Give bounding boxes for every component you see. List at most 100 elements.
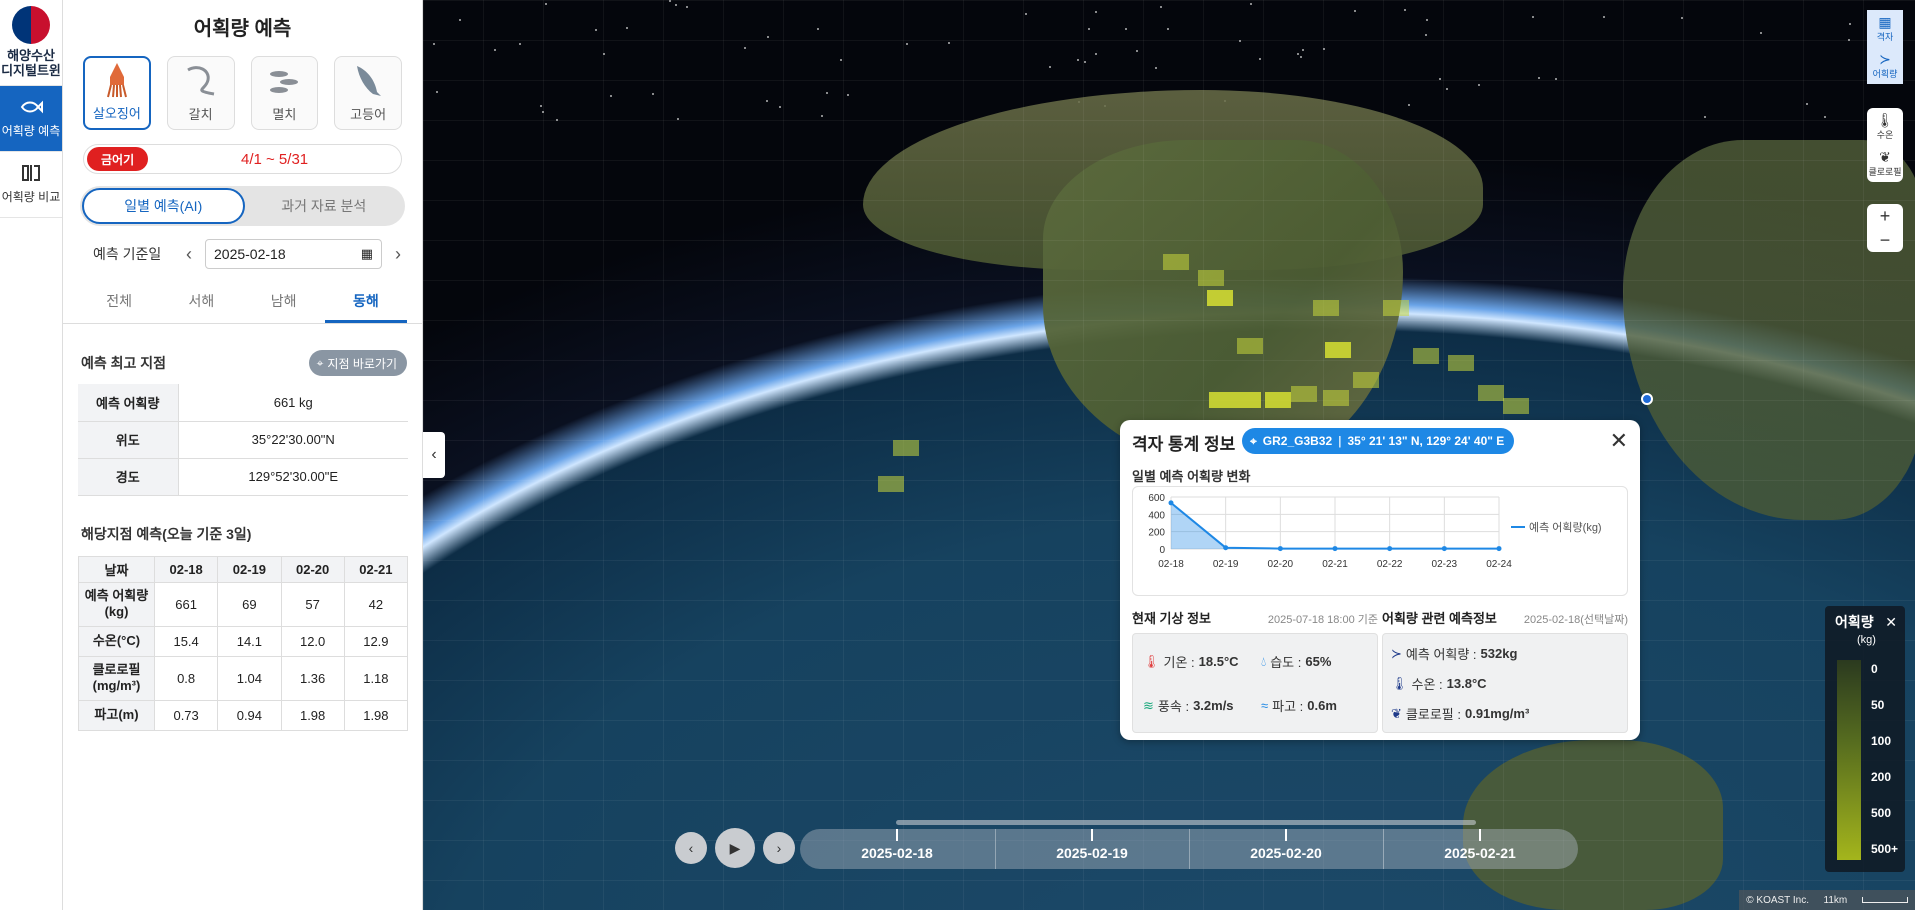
three-day-heading: 해당지점 예측(오늘 기준 3일) [81,525,252,542]
table-cell: 15.4 [153,625,219,657]
grid-cell[interactable] [1265,392,1291,408]
star [1136,49,1139,52]
grid-cell[interactable] [1163,254,1189,270]
mode-past-analysis[interactable]: 과거 자료 분석 [245,188,404,224]
grid-cell[interactable] [1325,342,1351,358]
chart-svg: 600 400 200 0 02-18 02-19 02-20 02-21 02-22 02-23… [1148,493,1601,570]
timeline-date[interactable]: 2025-02-21 [1420,845,1540,861]
tab-west-sea[interactable]: 서해 [160,282,242,323]
species-squid[interactable]: 살오징어 [83,56,151,130]
grid-cell[interactable] [1235,392,1261,408]
species-anchovy[interactable]: 멸치 [250,56,319,130]
prev-date-icon[interactable]: ‹ [179,244,199,265]
grid-cell[interactable] [878,476,904,492]
grid-id-chip: ⌖ GR2_G3B32 | 35° 21' 13" N, 129° 24' 40… [1242,428,1515,454]
species-mackerel[interactable]: 고등어 [334,56,402,130]
layer-label: 클로로필 [1868,167,1902,177]
column-header: 02-18 [153,555,219,583]
x-tick-label: 02-18 [1158,559,1184,570]
species-label: 갈치 [188,107,213,122]
grid-cell[interactable] [1313,300,1339,316]
star [1760,31,1763,34]
layer-catch-button[interactable]: ≻ 어획량 [1867,47,1903,84]
leaf-icon: ❦ [1879,149,1891,165]
zoom-toolbar: + − [1867,204,1903,252]
zoom-out-button[interactable]: − [1867,228,1903,252]
prev-step-button[interactable]: ‹ [675,832,707,864]
close-icon: ✕ [1609,428,1628,453]
location-pin-icon: ⌖ [316,355,324,370]
star [1322,48,1325,51]
star [1703,116,1706,119]
rail-item-catch-forecast[interactable]: 어획량 예측 [0,86,62,152]
play-icon: ▶ [729,839,741,856]
scale-label: 11km [1823,894,1848,906]
fish-icon: ≻ [1879,51,1891,67]
timeline[interactable]: 2025-02-18 2025-02-19 2025-02-20 2025-02… [800,820,1578,869]
grid-cell[interactable] [1207,290,1233,306]
grid-cell[interactable] [1291,386,1317,402]
grid-cell[interactable] [893,440,919,456]
star [1259,58,1262,61]
closed-season-badge: 금어기 [87,147,149,171]
grid-cell[interactable] [1323,390,1349,406]
next-step-button[interactable]: › [763,832,795,864]
timeline-tick [1091,829,1093,841]
grid-cell[interactable] [1383,300,1409,316]
tab-south-sea[interactable]: 남해 [243,282,325,323]
grid-cell[interactable] [1478,385,1504,401]
star [840,58,843,61]
date-value: 2025-02-18 [214,246,286,262]
mackerel-icon [357,66,382,96]
mode-daily-ai[interactable]: 일별 예측(AI) [82,188,245,224]
date-input[interactable]: 2025-02-18 ▦ [205,239,382,269]
timeline-date[interactable]: 2025-02-20 [1226,845,1346,861]
timeline-tick [1479,829,1481,841]
squid-icon [106,63,127,98]
star [1166,28,1169,31]
timeline-date[interactable]: 2025-02-18 [837,845,957,861]
timeline-track[interactable] [896,820,1476,825]
grid-cell[interactable] [1413,348,1439,364]
star [625,26,628,29]
star [1087,27,1090,30]
grid-cell[interactable] [1448,355,1474,371]
collapse-panel-button[interactable]: ‹ [423,432,445,478]
zoom-in-button[interactable]: + [1867,204,1903,228]
layer-sst-button[interactable]: 🌡︎ 수온 [1867,108,1903,145]
table-cell: 69 [217,581,282,627]
forecast-sst-item: 🌡︎ 수온 :13.8°C [1391,674,1487,693]
timeline-divider [995,829,996,869]
timeline-date[interactable]: 2025-02-19 [1032,845,1152,861]
x-tick-label: 02-23 [1432,559,1458,570]
credit-text: © KOAST Inc. [1746,894,1810,906]
legend-level: 500+ [1871,842,1899,856]
forecast-chl-item: ❦ 클로로필 :0.91mg/m³ [1391,704,1529,723]
grid-cell[interactable] [1353,372,1379,388]
species-label: 고등어 [350,107,387,122]
popup-close-button[interactable]: ✕ [1610,428,1628,454]
goto-spot-button[interactable]: ⌖ 지점 바로가기 [308,350,407,376]
next-date-icon[interactable]: › [388,244,408,265]
tab-all[interactable]: 전체 [78,282,160,323]
rail-item-catch-compare[interactable]: 어획량 비교 [0,152,62,218]
calendar-icon[interactable]: ▦ [361,246,373,262]
grid-cell[interactable] [1209,392,1235,408]
grid-cell[interactable] [1503,398,1529,414]
play-button[interactable]: ▶ [715,828,755,868]
layer-grid-button[interactable]: ▦ 격자 [1867,10,1903,47]
scale-bar [1861,897,1908,903]
star [1602,16,1605,19]
star [1250,2,1253,5]
star [765,99,768,102]
grid-cell[interactable] [1237,338,1263,354]
close-icon[interactable]: ✕ [1885,614,1897,631]
layer-chlorophyll-button[interactable]: ❦ 클로로필 [1867,145,1903,182]
selected-location-marker[interactable] [1641,393,1653,405]
legend-level: 200 [1871,770,1892,784]
tab-east-sea[interactable]: 동해 [324,282,407,323]
droplet-icon: 💧︎ [1261,653,1267,669]
star [826,91,829,94]
grid-cell[interactable] [1198,270,1224,286]
species-hairtail[interactable]: 갈치 [166,56,235,130]
